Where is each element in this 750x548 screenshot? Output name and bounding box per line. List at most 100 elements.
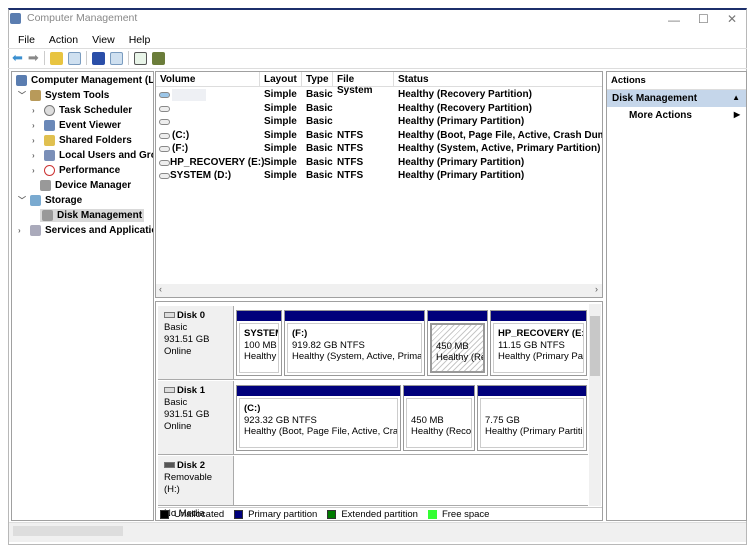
- device-manager-icon: [40, 180, 51, 191]
- disk-label[interactable]: Disk 0 Basic 931.51 GB Online: [158, 306, 234, 379]
- column-file-system[interactable]: File System: [333, 72, 394, 96]
- tree-item-task-scheduler[interactable]: › Task Scheduler: [32, 105, 132, 116]
- toolbar: ⬅ ➡: [12, 50, 165, 66]
- title-bar: Computer Management: [10, 12, 137, 24]
- status-bar: [9, 522, 746, 542]
- volume-row[interactable]: SYSTEM (D:) Simple Basic NTFS Healthy (Prima…: [156, 170, 602, 183]
- vertical-scrollbar[interactable]: [589, 304, 601, 506]
- volume-name: (C:): [172, 129, 190, 141]
- status-scrollbar[interactable]: [13, 526, 123, 536]
- volume-row[interactable]: Simple Basic Healthy (Recovery Partition): [156, 102, 602, 116]
- primary-partition-bar: [478, 386, 586, 396]
- volume-row[interactable]: (C:) Simple Basic NTFS Healthy (Boot, Page F…: [156, 129, 603, 143]
- menu-action[interactable]: Action: [49, 34, 78, 46]
- drive-icon: [159, 159, 170, 166]
- partition-name: HP_RECOVERY (E:): [498, 328, 584, 339]
- menu-help[interactable]: Help: [129, 34, 151, 46]
- disk-label[interactable]: Disk 1 Basic 931.51 GB Online: [158, 381, 234, 454]
- computer-management-icon: [10, 12, 21, 24]
- tree-item-shared-folders[interactable]: › Shared Folders: [32, 135, 132, 146]
- column-volume[interactable]: Volume: [156, 72, 260, 87]
- export-icon[interactable]: [151, 51, 165, 65]
- tree-item-computer-management[interactable]: Computer Management (L: [16, 75, 153, 86]
- show-hide-tree-icon[interactable]: [67, 51, 81, 65]
- tree-item-services-applications[interactable]: › Services and Applicatio: [18, 225, 153, 236]
- column-type[interactable]: Type: [302, 72, 333, 87]
- volume-status: Healthy (Recovery Partition): [398, 89, 532, 100]
- volume-row[interactable]: HP_RECOVERY (E:) Simple Basic NTFS Healthy (…: [156, 156, 602, 170]
- tree-item-event-viewer[interactable]: › Event Viewer: [32, 120, 121, 131]
- window-title: Computer Management: [27, 12, 138, 24]
- tree-item-disk-management[interactable]: Disk Management: [40, 209, 145, 222]
- properties-icon[interactable]: [109, 51, 123, 65]
- tree-item-storage[interactable]: ﹀ Storage: [18, 195, 82, 206]
- up-icon[interactable]: [49, 51, 63, 65]
- menu-file[interactable]: File: [18, 34, 35, 46]
- actions-section-disk-management[interactable]: Disk Management ▲: [607, 90, 746, 107]
- tree-item-local-users[interactable]: › Local Users and Grou: [32, 150, 153, 161]
- drive-icon: [159, 119, 170, 125]
- volume-type: Basic: [306, 129, 333, 141]
- refresh-icon[interactable]: [133, 51, 147, 65]
- partition-name: (F:): [292, 328, 308, 339]
- menu-view[interactable]: View: [92, 34, 115, 46]
- volume-status: Healthy (Primary Partition): [398, 156, 525, 168]
- submenu-arrow-icon: ▶: [733, 110, 740, 119]
- chevron-down-icon: ﹀: [18, 196, 26, 205]
- users-icon: [44, 150, 55, 161]
- partition-size: 7.75 GB: [485, 414, 520, 426]
- primary-partition-bar: [428, 311, 487, 321]
- volume-row[interactable]: Simple Basic Healthy (Recovery Partition): [156, 89, 602, 102]
- back-icon[interactable]: ⬅: [12, 50, 23, 66]
- disk-icon: [164, 462, 175, 468]
- chevron-down-icon: ﹀: [18, 91, 26, 100]
- volume-row[interactable]: (F:) Simple Basic NTFS Healthy (System, Acti…: [156, 143, 602, 156]
- partition[interactable]: SYSTEM100 MB NHealthy (: [236, 310, 282, 376]
- drive-icon: [159, 92, 170, 98]
- primary-partition-bar: [237, 386, 400, 396]
- partition[interactable]: HP_RECOVERY (E:) 11.15 GB NTFS Healthy (Pr…: [490, 310, 587, 376]
- volume-layout: Simple: [264, 102, 297, 114]
- partition-status: Healthy (: [244, 351, 279, 362]
- disk-1: Disk 1 Basic 931.51 GB Online (C:) 923.32 GB …: [158, 381, 588, 455]
- action-more-actions[interactable]: More Actions ▶: [607, 107, 746, 124]
- help-icon[interactable]: [91, 51, 105, 65]
- tree-item-system-tools[interactable]: ﹀ System Tools: [18, 90, 109, 101]
- minimize-button[interactable]: —: [668, 13, 680, 27]
- performance-icon: [44, 165, 55, 176]
- drive-icon: [159, 146, 170, 152]
- partition[interactable]: (C:) 923.32 GB NTFS Healthy (Boot, Page Fi…: [236, 385, 401, 451]
- tree-item-performance[interactable]: › Performance: [32, 165, 120, 176]
- volume-row[interactable]: Simple Basic Healthy (Primary Partition): [156, 116, 602, 129]
- volume-status: Healthy (Boot, Page File, Active, Crash …: [398, 129, 603, 141]
- volume-name: SYSTEM (D:): [170, 170, 232, 181]
- column-layout[interactable]: Layout: [260, 72, 302, 87]
- column-status[interactable]: Status: [394, 72, 602, 87]
- partition-status: Healthy (Primary Partition: [485, 426, 584, 437]
- chevron-right-icon: ›: [32, 136, 35, 145]
- disk-icon: [164, 387, 175, 393]
- partition[interactable]: 450 MBHealthy (Recove: [403, 385, 475, 451]
- volume-type: Basic: [306, 170, 333, 181]
- actions-pane: Actions Disk Management ▲ More Actions ▶: [606, 71, 747, 521]
- actions-header: Actions: [607, 72, 746, 90]
- partition[interactable]: 450 MBHealthy (Reco: [427, 310, 488, 376]
- partition[interactable]: 7.75 GB Healthy (Primary Partition: [477, 385, 587, 451]
- volume-status: Healthy (System, Active, Primary Partiti…: [398, 143, 601, 154]
- primary-partition-bar: [404, 386, 474, 396]
- menu-bar: File Action View Help: [18, 34, 150, 46]
- forward-icon[interactable]: ➡: [28, 50, 39, 66]
- maximize-button[interactable]: ☐: [698, 12, 709, 26]
- volume-layout: Simple: [264, 170, 297, 181]
- tree-item-device-manager[interactable]: Device Manager: [40, 180, 131, 191]
- horizontal-scrollbar[interactable]: ‹ ›: [156, 284, 602, 297]
- partition-size: 450 MB: [411, 414, 444, 426]
- volume-fs: NTFS: [337, 129, 364, 141]
- partition[interactable]: (F:) 919.82 GB NTFS Healthy (System, Activ…: [284, 310, 425, 376]
- volume-type: Basic: [306, 102, 333, 114]
- disk-label[interactable]: Disk 2 Removable (H:) No Media: [158, 456, 234, 519]
- computer-icon: [16, 75, 27, 86]
- drive-icon: [159, 173, 170, 179]
- close-button[interactable]: ✕: [727, 12, 737, 26]
- scrollbar-thumb[interactable]: [590, 316, 600, 376]
